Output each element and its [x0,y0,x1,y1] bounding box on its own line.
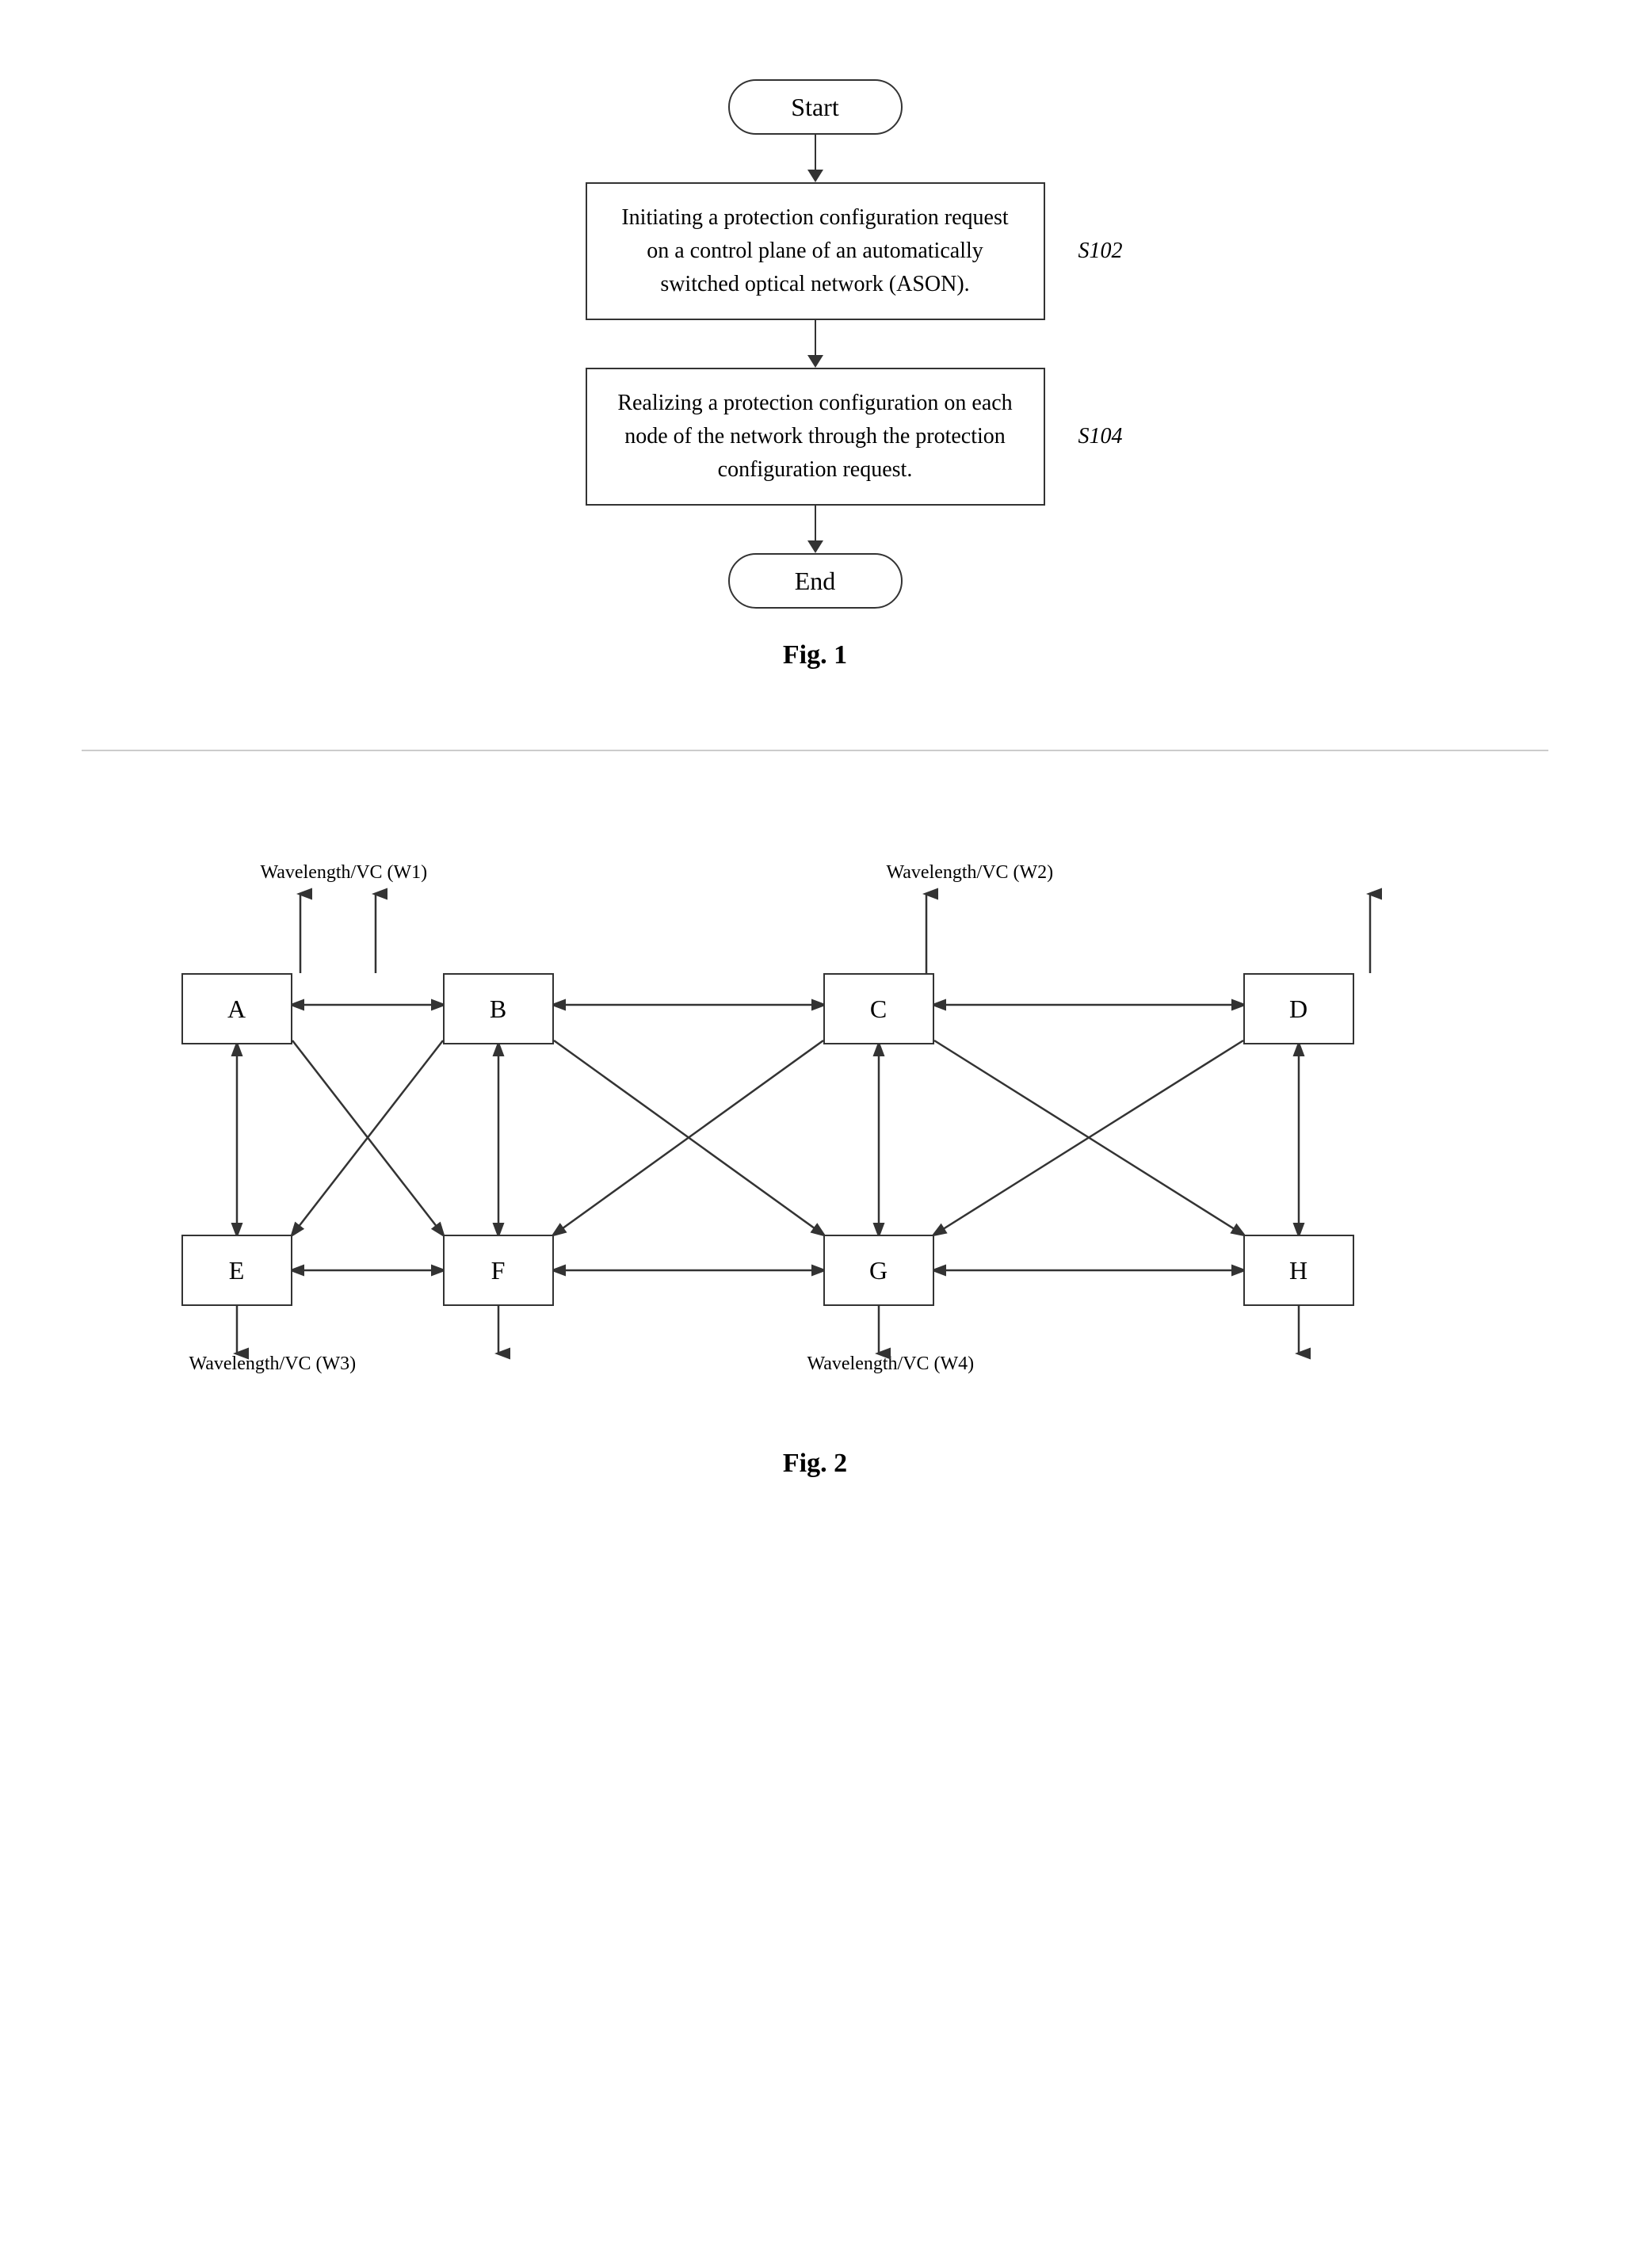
start-label: Start [791,93,838,122]
network-fig2: Wavelength/VC (W1) Wavelength/VC (W2) A … [142,846,1489,1479]
section-divider [82,750,1548,751]
node-B: B [443,973,554,1044]
node-A: A [181,973,292,1044]
node-F: F [443,1235,554,1306]
node-G: G [823,1235,934,1306]
arrow-head-2 [807,355,823,368]
step-s104-box: Realizing a protection configuration on … [586,368,1045,506]
fig2-caption: Fig. 2 [142,1449,1489,1479]
network-diagram: Wavelength/VC (W1) Wavelength/VC (W2) A … [142,846,1489,1417]
end-label: End [795,567,836,596]
arrow-2 [807,320,823,368]
flowchart-fig1: Start Initiating a protection configurat… [0,79,1630,686]
arrow-line-3 [815,506,816,540]
arrow-head-3 [807,540,823,553]
fig1-caption: Fig. 1 [783,640,847,670]
node-D: D [1243,973,1354,1044]
start-node: Start [728,79,903,135]
step-s102-text: Initiating a protection configuration re… [621,205,1008,296]
step-s104-label: S104 [1078,420,1123,453]
arrow-line-2 [815,320,816,355]
node-E: E [181,1235,292,1306]
end-node: End [728,553,903,609]
arrow-3 [807,506,823,553]
network-connections-svg [142,846,1489,1417]
step-s104-text: Realizing a protection configuration on … [617,391,1012,482]
arrow-1 [807,135,823,182]
step-s102-label: S102 [1078,235,1123,268]
node-C: C [823,973,934,1044]
page: Start Initiating a protection configurat… [0,0,1630,2268]
step-s102-box: Initiating a protection configuration re… [586,182,1045,320]
node-H: H [1243,1235,1354,1306]
arrow-head [807,170,823,182]
arrow-line [815,135,816,170]
